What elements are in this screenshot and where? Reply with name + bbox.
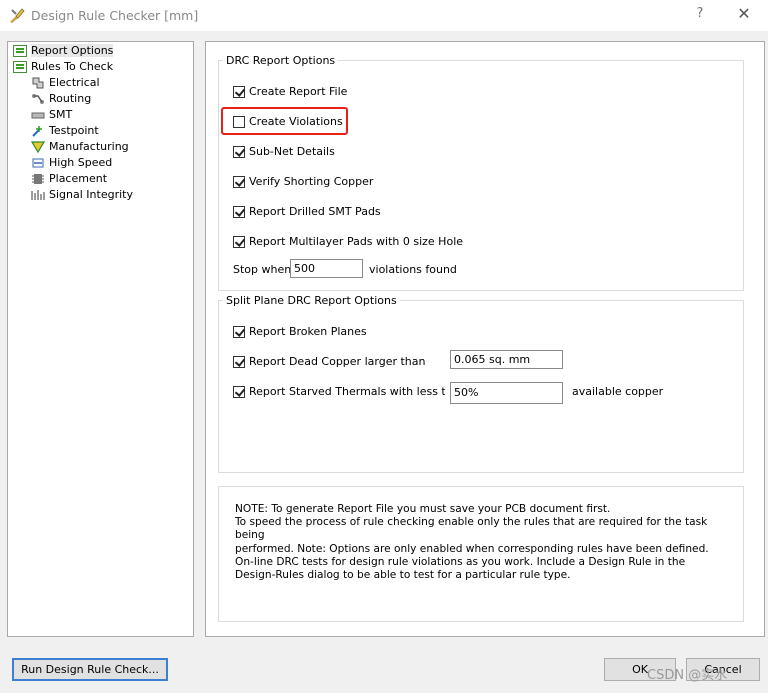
available-copper-label: available copper: [572, 385, 664, 398]
close-button[interactable]: ✕: [733, 4, 755, 26]
starved-thermals-label: Report Starved Thermals with less thar: [249, 385, 445, 398]
verify-shorting-copper-label: Verify Shorting Copper: [249, 175, 374, 188]
window-title: Design Rule Checker [mm]: [31, 8, 199, 23]
tree-item-testpoint[interactable]: Testpoint: [31, 123, 99, 139]
note-line: performed. Note: Options are only enable…: [235, 542, 709, 555]
report-drilled-smt-label: Report Drilled SMT Pads: [249, 205, 381, 218]
starved-thermals-checkbox[interactable]: [233, 386, 245, 398]
create-report-file-option[interactable]: Create Report File: [233, 84, 347, 100]
tree-item-label: Electrical: [49, 76, 100, 89]
placement-icon: [32, 174, 44, 184]
sub-net-details-option[interactable]: Sub-Net Details: [233, 144, 335, 160]
broken-planes-option[interactable]: Report Broken Planes: [233, 324, 367, 340]
tree-item-label: SMT: [49, 108, 73, 121]
signal-integrity-icon: [31, 190, 45, 200]
tree-item-signal-integrity[interactable]: Signal Integrity: [31, 187, 133, 203]
tree-item-manufacturing[interactable]: Manufacturing: [31, 139, 129, 155]
smt-icon: [31, 112, 45, 119]
violations-found-label: violations found: [369, 263, 457, 276]
note-line: To speed the process of rule checking en…: [235, 516, 708, 542]
report-multilayer-option[interactable]: Report Multilayer Pads with 0 size Hole: [233, 234, 463, 250]
tree-item-label: Testpoint: [49, 124, 99, 137]
starved-thermals-option[interactable]: Report Starved Thermals with less thar: [233, 384, 445, 400]
tree-item-smt[interactable]: SMT: [31, 107, 72, 123]
dead-copper-label: Report Dead Copper larger than: [249, 355, 426, 368]
tree-item-label: Placement: [49, 172, 108, 185]
report-drilled-smt-option[interactable]: Report Drilled SMT Pads: [233, 204, 381, 220]
verify-shorting-copper-option[interactable]: Verify Shorting Copper: [233, 174, 373, 190]
create-report-file-label: Create Report File: [249, 85, 348, 98]
folder-icon: [13, 61, 27, 73]
broken-planes-label: Report Broken Planes: [249, 325, 367, 338]
routing-icon: [32, 94, 44, 104]
dead-copper-option[interactable]: Report Dead Copper larger than: [233, 354, 425, 370]
tree-item-placement[interactable]: Placement: [31, 171, 107, 187]
tree-item-routing[interactable]: Routing: [31, 91, 91, 107]
title-bar: Design Rule Checker [mm] ? ✕: [0, 0, 768, 31]
high-speed-icon: [32, 158, 44, 168]
tree-item-label: Report Options: [31, 44, 114, 57]
tree-item-electrical[interactable]: Electrical: [31, 75, 100, 91]
folder-icon: [13, 45, 27, 57]
drc-group-title: DRC Report Options: [223, 54, 339, 67]
note-line: On-line DRC tests for design rule violat…: [235, 555, 686, 568]
note-line: Design-Rules dialog to be able to test f…: [235, 569, 571, 582]
stop-when-label: Stop when: [233, 263, 292, 276]
tree-item-high-speed[interactable]: High Speed: [31, 155, 112, 171]
red-highlight-box: [221, 107, 348, 135]
tree-item-rules-to-check[interactable]: Rules To Check: [13, 59, 113, 75]
dead-copper-input[interactable]: 0.065 sq. mm: [450, 350, 563, 369]
split-group-title: Split Plane DRC Report Options: [223, 294, 400, 307]
watermark: CSDN @实水: [647, 668, 728, 683]
manufacturing-icon: [31, 141, 45, 153]
report-multilayer-label: Report Multilayer Pads with 0 size Hole: [249, 235, 464, 248]
tree-item-report-options[interactable]: Report Options: [13, 43, 114, 59]
report-multilayer-checkbox[interactable]: [233, 236, 245, 248]
note-text: NOTE: To generate Report File you must s…: [235, 503, 735, 582]
broken-planes-checkbox[interactable]: [233, 326, 245, 338]
note-box: NOTE: To generate Report File you must s…: [218, 486, 744, 622]
rule-tree[interactable]: Report Options Rules To Check Electrical…: [7, 41, 194, 637]
testpoint-icon: [32, 126, 42, 137]
note-line: NOTE: To generate Report File you must s…: [235, 503, 611, 515]
verify-shorting-copper-checkbox[interactable]: [233, 176, 245, 188]
electrical-icon: [32, 77, 44, 89]
create-report-file-checkbox[interactable]: [233, 86, 245, 98]
starved-thermals-input[interactable]: 50%: [450, 382, 563, 404]
sub-net-details-checkbox[interactable]: [233, 146, 245, 158]
tree-item-label: High Speed: [49, 156, 113, 169]
tree-item-label: Signal Integrity: [49, 188, 133, 201]
tree-item-label: Routing: [49, 92, 92, 105]
help-button[interactable]: ?: [690, 6, 710, 24]
sub-net-details-label: Sub-Net Details: [249, 145, 335, 158]
run-drc-button[interactable]: Run Design Rule Check...: [12, 658, 168, 681]
report-drilled-smt-checkbox[interactable]: [233, 206, 245, 218]
drc-app-icon: [10, 8, 25, 23]
dead-copper-checkbox[interactable]: [233, 356, 245, 368]
tree-item-label: Rules To Check: [31, 60, 114, 73]
stop-when-input[interactable]: 500: [290, 259, 363, 278]
tree-item-label: Manufacturing: [49, 140, 129, 153]
